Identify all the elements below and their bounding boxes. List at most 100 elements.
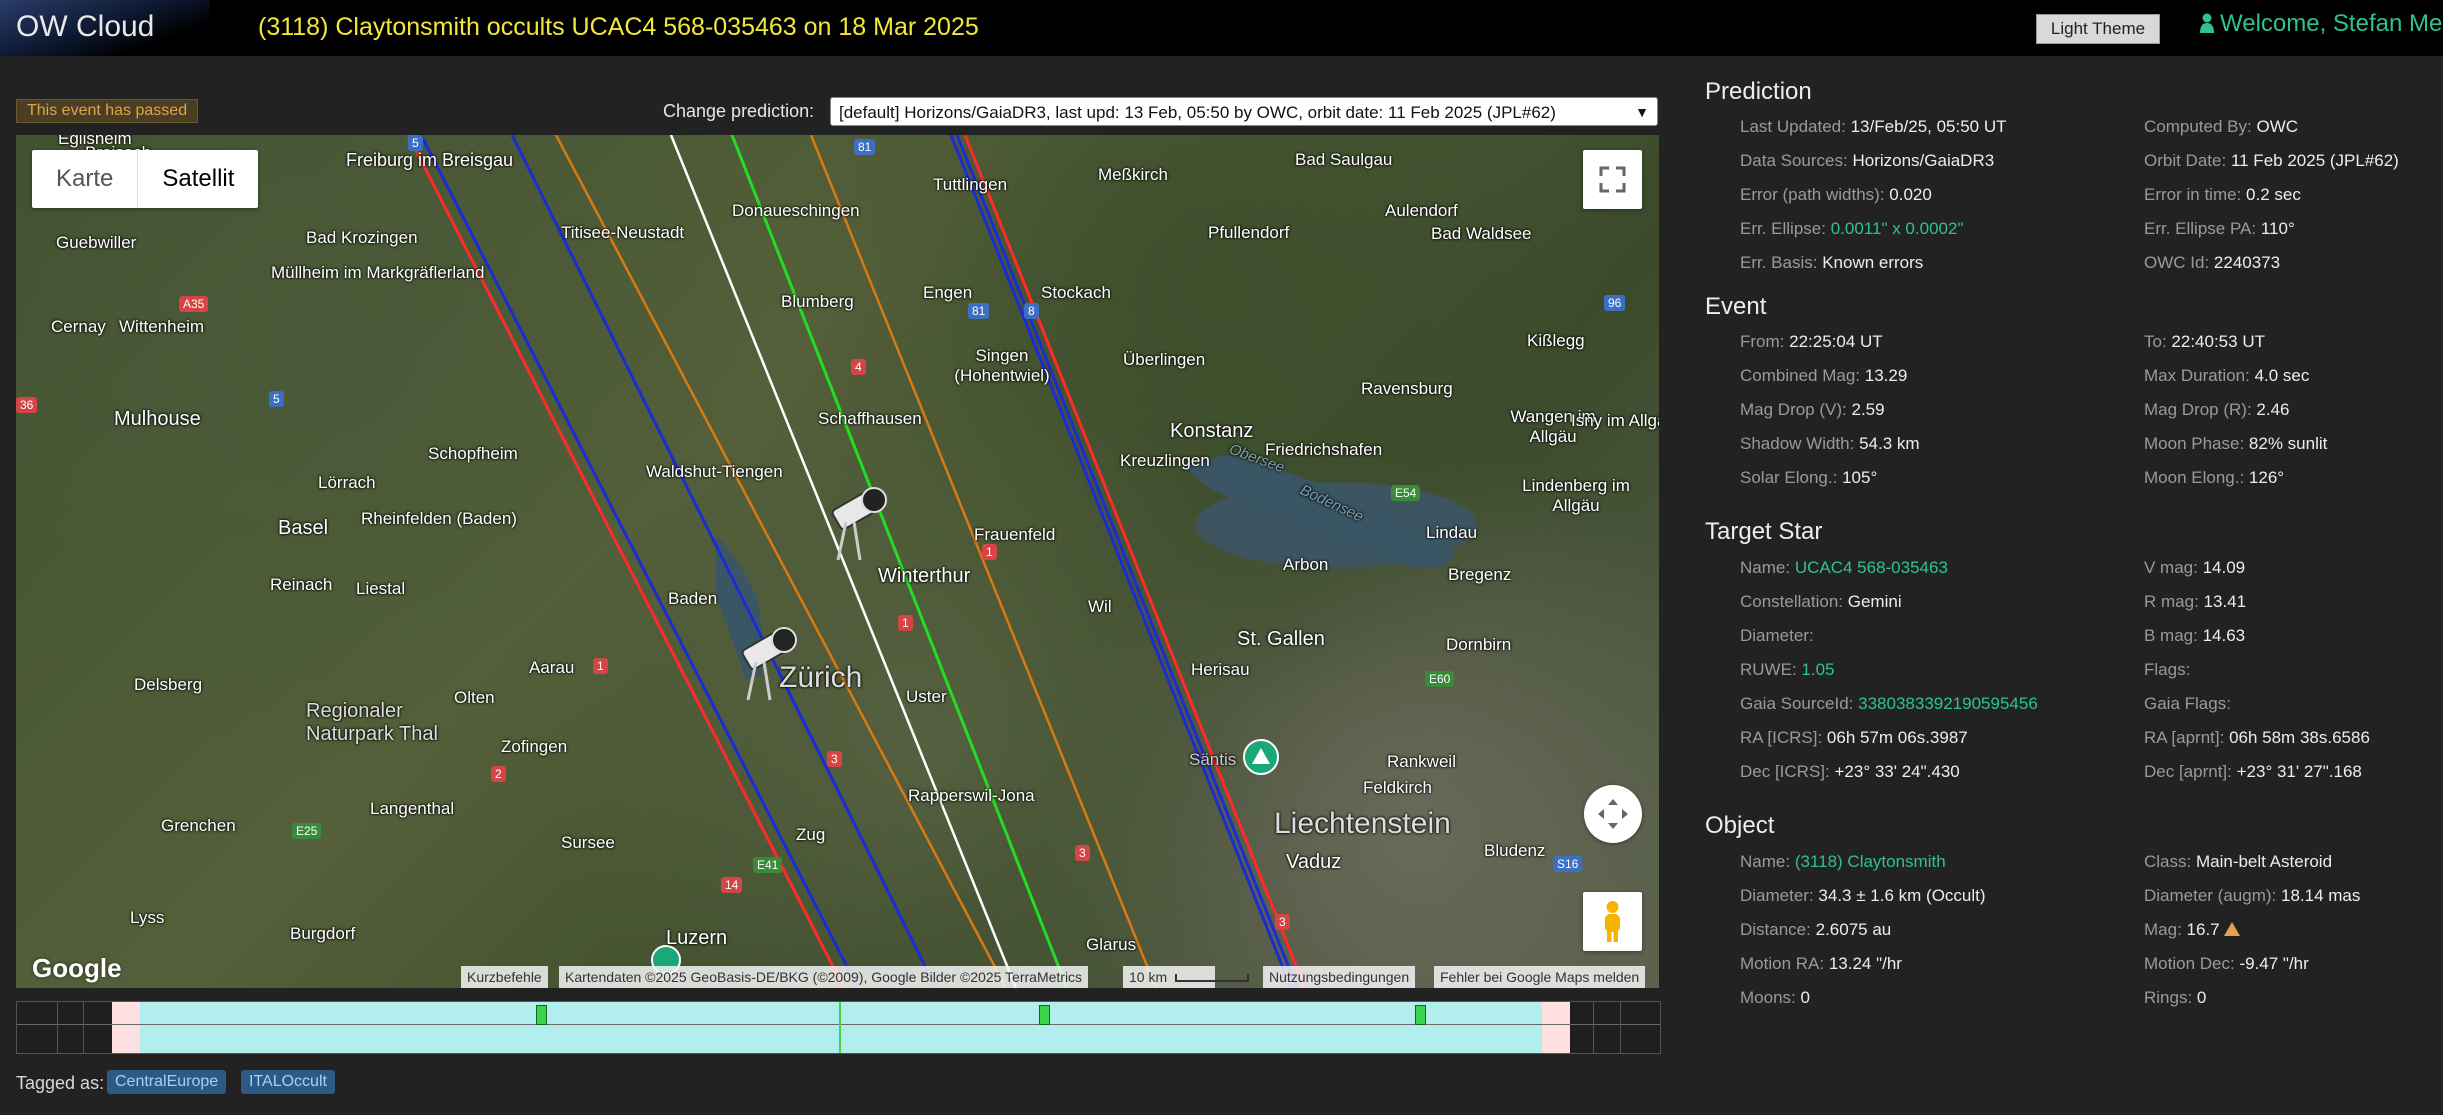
road-shield: 3	[1275, 914, 1290, 930]
place-label: Titisee-Neustadt	[561, 223, 685, 242]
fullscreen-icon	[1599, 166, 1626, 193]
place-label: Lörrach	[318, 473, 376, 492]
field-mag-drop-v: Mag Drop (V): 2.59	[1740, 400, 1885, 419]
road-shield: 8	[1024, 303, 1039, 319]
light-theme-button[interactable]: Light Theme	[2036, 14, 2160, 44]
place-label: Liestal	[356, 579, 406, 598]
place-label: Rapperswil-Jona	[908, 786, 1035, 805]
road-shield: 5	[269, 391, 284, 407]
place-label: Konstanz	[1170, 420, 1254, 442]
camera-move-icon	[1598, 799, 1628, 829]
place-label: Herisau	[1191, 660, 1250, 679]
road-shield: E60	[1425, 671, 1455, 687]
field-error-in-time: Error in time: 0.2 sec	[2144, 185, 2301, 204]
place-label: Baden	[668, 589, 718, 608]
place-label: Uster	[906, 687, 947, 706]
timeline-current-line[interactable]	[838, 1002, 841, 1053]
star-name-link[interactable]: UCAC4 568-035463	[1795, 558, 1948, 577]
google-logo[interactable]: Google	[32, 953, 122, 984]
field-object-name: Name: (3118) Claytonsmith	[1740, 852, 1946, 871]
report-map-error-link[interactable]: Fehler bei Google Maps melden	[1434, 966, 1646, 988]
path-limit-east-blue	[949, 135, 1293, 988]
map-scale-label: 10 km	[1129, 969, 1168, 985]
place-label: Bad Saulgau	[1295, 150, 1393, 169]
object-name-link[interactable]: (3118) Claytonsmith	[1795, 852, 1946, 871]
fullscreen-button[interactable]	[1583, 150, 1642, 209]
prediction-heading: Prediction	[1705, 78, 1812, 105]
place-label: Rankweil	[1387, 752, 1456, 771]
object-heading: Object	[1705, 812, 1775, 839]
field-star-diameter: Diameter:	[1740, 626, 1814, 645]
timeline-marker[interactable]	[536, 1005, 548, 1025]
place-label: Aarau	[529, 658, 575, 677]
tag-italoccult[interactable]: ITALOccult	[241, 1070, 335, 1094]
place-label: Burgdorf	[290, 924, 356, 943]
place-label: Sursee	[561, 833, 615, 852]
timeline-cell-divider	[57, 1002, 58, 1053]
road-shield: 3	[1075, 845, 1090, 861]
place-label: Bad Waldsee	[1431, 224, 1532, 243]
place-label: Reinach	[270, 575, 333, 594]
place-label: Engen	[923, 283, 973, 302]
road-shield: E54	[1391, 485, 1421, 501]
ruwe-link[interactable]: 1.05	[1801, 660, 1834, 679]
place-label: Dornbirn	[1446, 635, 1512, 654]
scale-bar	[1175, 974, 1250, 982]
keyboard-shortcuts-link[interactable]: Kurzbefehle	[461, 966, 548, 988]
field-motion-dec: Motion Dec: -9.47 "/hr	[2144, 954, 2309, 973]
terms-link[interactable]: Nutzungsbedingungen	[1263, 966, 1416, 988]
place-label: Zürich	[779, 661, 863, 694]
place-label: Luzern	[666, 927, 728, 949]
field-data-sources: Data Sources: Horizons/GaiaDR3	[1740, 151, 1995, 170]
place-label: Langenthal	[370, 799, 455, 818]
map-type-satellit[interactable]: Satellit	[137, 150, 258, 208]
place-label: Grenchen	[161, 816, 236, 835]
timeline-cell-divider	[1620, 1002, 1621, 1053]
field-error-basis: Err. Basis: Known errors	[1740, 253, 1924, 272]
timeline-cyan-band	[140, 1002, 1542, 1053]
event-heading: Event	[1705, 293, 1767, 320]
place-label: Freiburg im Breisgau	[346, 150, 514, 170]
camera-control-button[interactable]	[1584, 785, 1642, 843]
place-label: Regionaler Naturpark Thal	[306, 700, 438, 745]
event-timeline[interactable]	[16, 1001, 1661, 1054]
diameter-source: (Occult)	[1926, 886, 1986, 905]
place-label: Guebwiller	[56, 233, 137, 252]
prediction-select[interactable]: [default] Horizons/GaiaDR3, last upd: 13…	[830, 97, 1658, 126]
place-label: Müllheim im Markgräflerland	[271, 263, 485, 282]
app-logo-text[interactable]: OW Cloud	[16, 10, 154, 44]
road-shield: 81	[968, 303, 990, 319]
prediction-select-value: [default] Horizons/GaiaDR3, last upd: 13…	[839, 103, 1556, 122]
map-data-attribution[interactable]: Kartendaten ©2025 GeoBasis-DE/BKG (©2009…	[559, 966, 1089, 988]
place-label: Winterthur	[878, 565, 971, 587]
field-gaia-sourceid: Gaia SourceId: 3380383392190595456	[1740, 694, 2038, 713]
error-ellipse-link[interactable]: 0.0011" x 0.0002"	[1831, 219, 1964, 238]
app-logo[interactable]: OW Cloud	[0, 0, 210, 56]
place-label: Lindau	[1426, 523, 1478, 542]
field-gaia-flags: Gaia Flags:	[2144, 694, 2231, 713]
field-to: To: 22:40:53 UT	[2144, 332, 2265, 351]
timeline-marker[interactable]	[1415, 1005, 1427, 1025]
map-type-control[interactable]: Karte Satellit	[32, 150, 259, 208]
warning-icon[interactable]	[2223, 922, 2240, 936]
place-label: Vaduz	[1286, 851, 1342, 873]
gaia-sourceid-link[interactable]: 3380383392190595456	[1858, 694, 2038, 713]
user-menu[interactable]: Welcome, Stefan Meis	[2200, 10, 2443, 38]
tag-centraleurope[interactable]: CentralEurope	[107, 1070, 227, 1094]
field-ra-aprnt: RA [aprnt]: 06h 58m 38s.6586	[2144, 728, 2370, 747]
place-label: Tuttlingen	[933, 175, 1008, 194]
map-type-karte[interactable]: Karte	[32, 150, 137, 208]
pegman-icon	[1605, 901, 1620, 942]
place-label: Kißlegg	[1527, 331, 1585, 350]
place-label: Bregenz	[1448, 565, 1512, 584]
timeline-marker[interactable]	[1038, 1005, 1050, 1025]
map-view[interactable]: Eglisheim Freiburg im Breisgau Bad Krozi…	[16, 135, 1659, 988]
field-dec-icrs: Dec [ICRS]: +23° 33' 24".430	[1740, 762, 1960, 781]
map-scale[interactable]: 10 km	[1123, 966, 1250, 988]
road-shield: 4	[851, 359, 866, 375]
street-view-pegman-button[interactable]	[1583, 892, 1642, 951]
welcome-text[interactable]: Welcome, Stefan Meis	[2220, 10, 2443, 37]
telescope-marker-icon[interactable]	[831, 487, 887, 561]
timeline-cell-divider	[83, 1002, 84, 1053]
event-passed-badge: This event has passed	[16, 99, 199, 123]
